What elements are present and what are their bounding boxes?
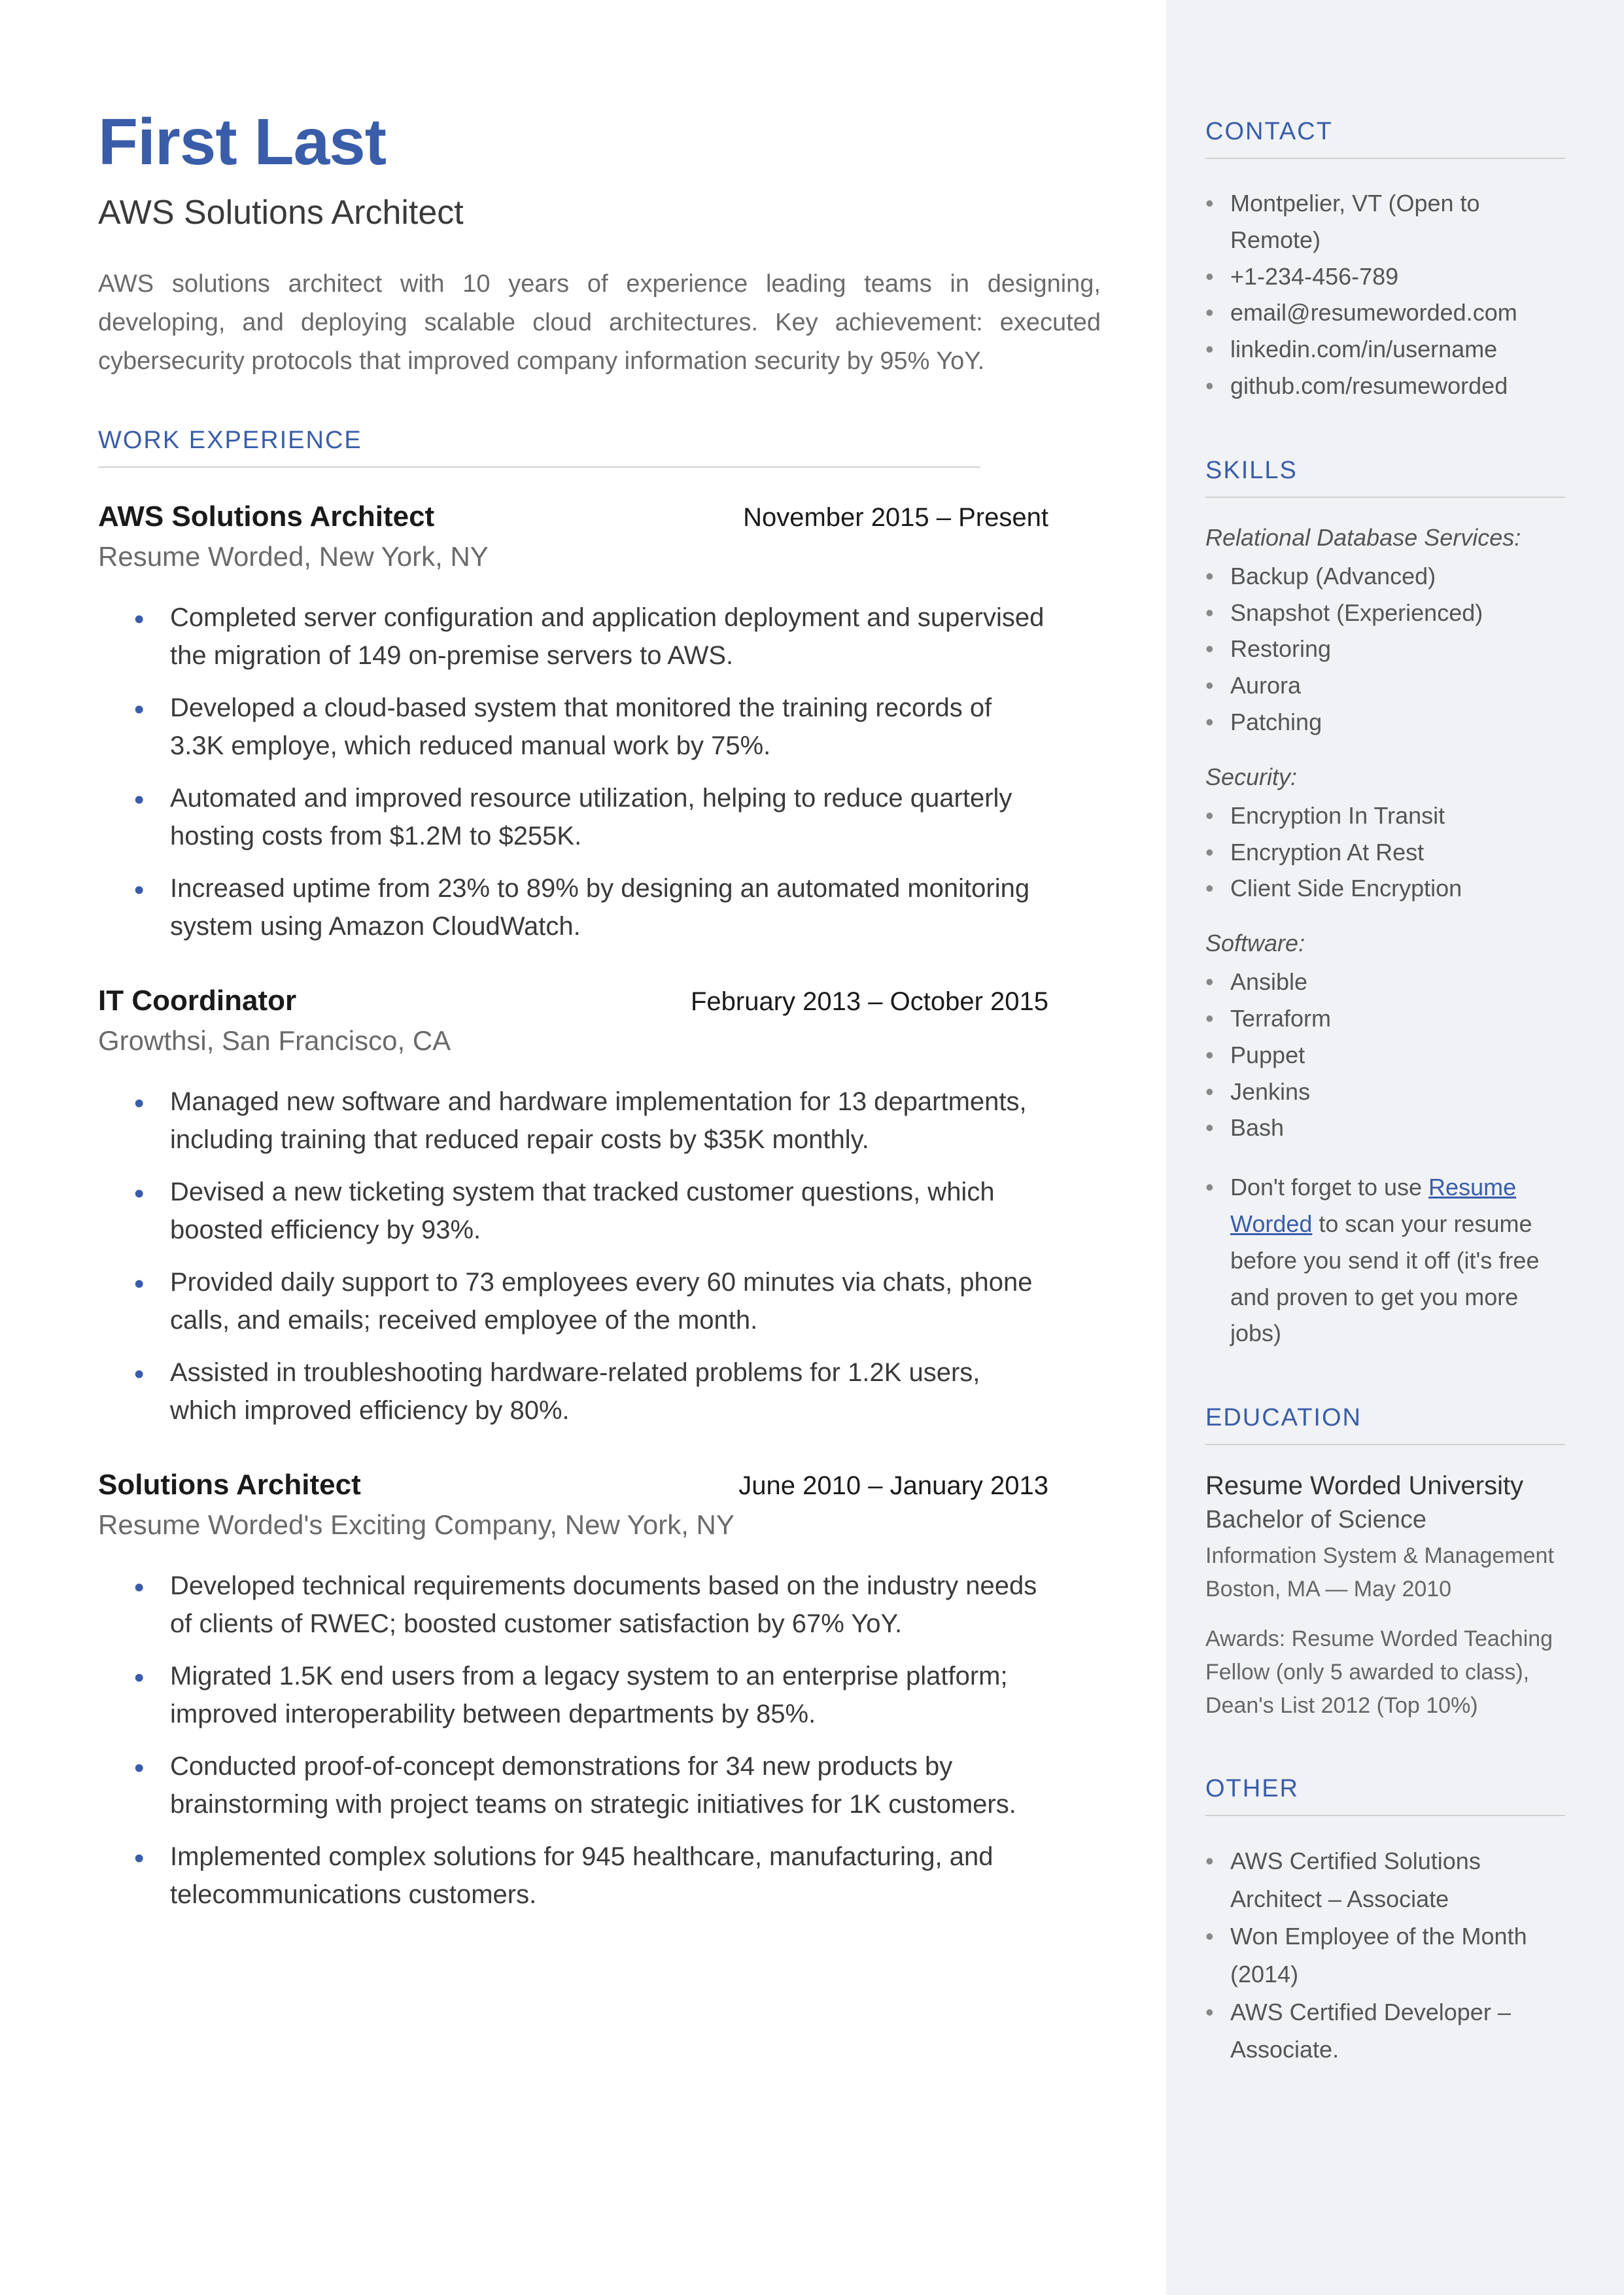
skill-item: Patching [1205, 704, 1565, 741]
job-header: Solutions Architect June 2010 – January 2… [98, 1469, 1101, 1501]
skill-item: Encryption In Transit [1205, 797, 1565, 834]
job-title: AWS Solutions Architect [98, 500, 434, 533]
skill-item: Encryption At Rest [1205, 834, 1565, 871]
job-bullet: Completed server configuration and appli… [170, 599, 1101, 674]
contact-item: Montpelier, VT (Open to Remote) [1205, 185, 1565, 258]
job-location: Resume Worded's Exciting Company, New Yo… [98, 1509, 1101, 1541]
divider [1205, 158, 1565, 159]
section-skills-heading: SKILLS [1205, 457, 1565, 485]
skills-container: Relational Database Services: Backup (Adv… [1205, 524, 1565, 1146]
skill-item: Snapshot (Experienced) [1205, 595, 1565, 631]
edu-subject: Information System & Management [1205, 1539, 1565, 1573]
section-work-heading: WORK EXPERIENCE [98, 427, 1101, 455]
skill-list: Backup (Advanced)Snapshot (Experienced)R… [1205, 558, 1565, 741]
job-bullet: Increased uptime from 23% to 89% by desi… [170, 869, 1101, 945]
section-other-heading: OTHER [1205, 1775, 1565, 1803]
edu-awards: Awards: Resume Worded Teaching Fellow (o… [1205, 1622, 1565, 1723]
job-location: Growthsi, San Francisco, CA [98, 1025, 1101, 1057]
skill-item: Jenkins [1205, 1074, 1565, 1110]
contact-block: CONTACT Montpelier, VT (Open to Remote)+… [1205, 118, 1565, 404]
skill-item: Bash [1205, 1110, 1565, 1146]
job-header: IT Coordinator February 2013 – October 20… [98, 985, 1101, 1017]
skills-tip: Don't forget to use Resume Worded to sca… [1205, 1169, 1565, 1352]
job-bullet: Automated and improved resource utilizat… [170, 779, 1101, 855]
job-bullet: Devised a new ticketing system that trac… [170, 1173, 1101, 1249]
contact-list: Montpelier, VT (Open to Remote)+1-234-45… [1205, 185, 1565, 404]
edu-degree: Bachelor of Science [1205, 1506, 1565, 1534]
other-list: AWS Certified Solutions Architect – Asso… [1205, 1842, 1565, 2069]
skill-item: Terraform [1205, 1000, 1565, 1037]
skill-group-heading: Relational Database Services: [1205, 524, 1565, 552]
candidate-name: First Last [98, 105, 1101, 180]
other-item: AWS Certified Solutions Architect – Asso… [1205, 1842, 1565, 1918]
skills-block: SKILLS Relational Database Services: Back… [1205, 457, 1565, 1352]
job-bullet: Implemented complex solutions for 945 he… [170, 1838, 1101, 1914]
divider [1205, 1815, 1565, 1816]
job-bullet: Managed new software and hardware implem… [170, 1083, 1101, 1159]
job-header: AWS Solutions Architect November 2015 – P… [98, 500, 1101, 533]
job-dates: June 2010 – January 2013 [738, 1471, 1048, 1501]
skill-item: Restoring [1205, 631, 1565, 667]
sidebar: CONTACT Montpelier, VT (Open to Remote)+… [1166, 0, 1624, 2295]
contact-item: email@resumeworded.com [1205, 294, 1565, 331]
job-bullets: Developed technical requirements documen… [98, 1567, 1101, 1914]
edu-location: Boston, MA — May 2010 [1205, 1573, 1565, 1606]
candidate-title: AWS Solutions Architect [98, 193, 1101, 232]
job-bullets: Managed new software and hardware implem… [98, 1083, 1101, 1429]
section-contact-heading: CONTACT [1205, 118, 1565, 146]
other-block: OTHER AWS Certified Solutions Architect … [1205, 1775, 1565, 2069]
main-column: First Last AWS Solutions Architect AWS s… [0, 0, 1166, 2295]
job-bullet: Provided daily support to 73 employees e… [170, 1263, 1101, 1339]
job-bullet: Developed a cloud-based system that moni… [170, 689, 1101, 765]
skill-list: Encryption In TransitEncryption At RestC… [1205, 797, 1565, 907]
tip-pre: Don't forget to use [1230, 1174, 1428, 1200]
contact-item: +1-234-456-789 [1205, 258, 1565, 295]
job-bullet: Developed technical requirements documen… [170, 1567, 1101, 1643]
job-title: IT Coordinator [98, 985, 296, 1017]
skill-item: Backup (Advanced) [1205, 558, 1565, 595]
skill-group-heading: Security: [1205, 763, 1565, 791]
skill-list: AnsibleTerraformPuppetJenkinsBash [1205, 964, 1565, 1146]
skill-item: Puppet [1205, 1037, 1565, 1074]
skill-item: Ansible [1205, 964, 1565, 1000]
jobs-container: AWS Solutions Architect November 2015 – P… [98, 500, 1101, 1914]
job-bullets: Completed server configuration and appli… [98, 599, 1101, 945]
job-bullet: Migrated 1.5K end users from a legacy sy… [170, 1657, 1101, 1733]
job-title: Solutions Architect [98, 1469, 361, 1501]
divider [1205, 497, 1565, 498]
job-dates: February 2013 – October 2015 [691, 987, 1048, 1017]
other-item: Won Employee of the Month (2014) [1205, 1918, 1565, 1993]
skill-item: Client Side Encryption [1205, 870, 1565, 907]
education-block: EDUCATION Resume Worded University Bache… [1205, 1404, 1565, 1723]
job-dates: November 2015 – Present [743, 503, 1048, 533]
section-education-heading: EDUCATION [1205, 1404, 1565, 1432]
edu-school: Resume Worded University [1205, 1471, 1565, 1501]
summary-text: AWS solutions architect with 10 years of… [98, 265, 1101, 381]
other-item: AWS Certified Developer – Associate. [1205, 1993, 1565, 2069]
job-bullet: Conducted proof-of-concept demonstration… [170, 1747, 1101, 1823]
job-location: Resume Worded, New York, NY [98, 541, 1101, 572]
divider [1205, 1444, 1565, 1445]
job-bullet: Assisted in troubleshooting hardware-rel… [170, 1354, 1101, 1429]
skill-group-heading: Software: [1205, 930, 1565, 957]
contact-item: github.com/resumeworded [1205, 368, 1565, 404]
divider [98, 466, 980, 468]
contact-item: linkedin.com/in/username [1205, 331, 1565, 368]
skill-item: Aurora [1205, 667, 1565, 704]
